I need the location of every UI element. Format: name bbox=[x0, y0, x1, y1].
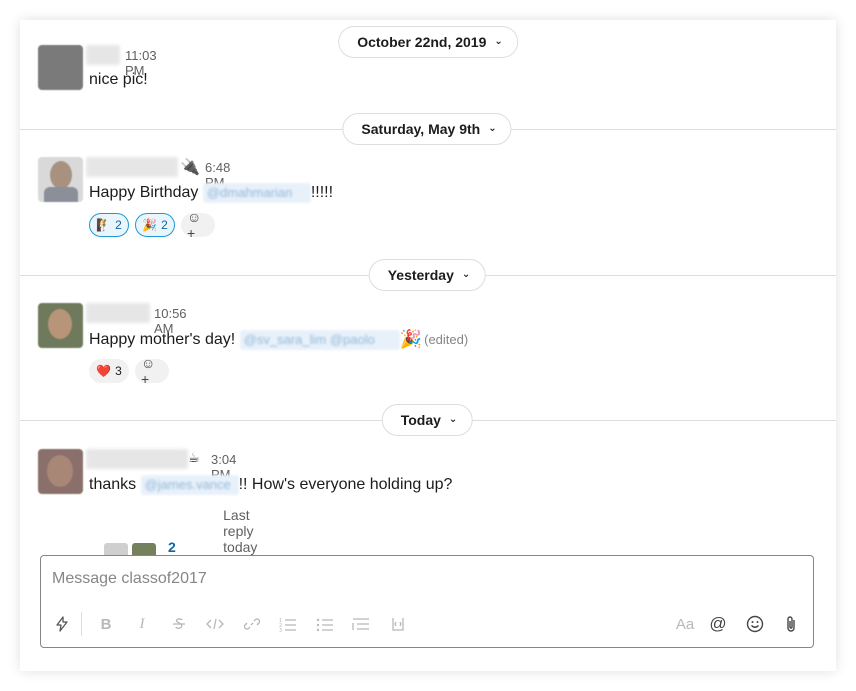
user-mention[interactable]: @sv_sara_lim @paolo bbox=[239, 329, 400, 350]
add-emoji-icon: ☺+ bbox=[187, 209, 202, 241]
reaction-button[interactable]: 🧗 2 bbox=[89, 213, 129, 237]
chevron-down-icon: ⌄ bbox=[488, 123, 497, 134]
formatting-icon[interactable]: Aa bbox=[671, 612, 699, 636]
italic-icon[interactable]: I bbox=[130, 612, 154, 636]
add-reaction-button[interactable]: ☺+ bbox=[135, 355, 169, 387]
blockquote-icon[interactable] bbox=[349, 612, 373, 636]
date-divider-label: Yesterday bbox=[387, 267, 454, 283]
reaction-count: 2 bbox=[161, 218, 168, 232]
message-input[interactable] bbox=[52, 568, 792, 590]
composer-toolbar: B I 123 Aa @ bbox=[41, 612, 813, 640]
sender-name[interactable] bbox=[86, 303, 150, 323]
reaction-button[interactable]: 🎉 2 bbox=[135, 213, 175, 237]
bulleted-list-icon[interactable] bbox=[313, 612, 337, 636]
date-divider-button[interactable]: Today ⌄ bbox=[381, 404, 473, 436]
avatar[interactable] bbox=[38, 45, 83, 90]
reaction-count: 3 bbox=[115, 364, 122, 378]
lightning-icon[interactable] bbox=[50, 612, 74, 636]
code-icon[interactable] bbox=[203, 612, 227, 636]
sender-name[interactable] bbox=[86, 157, 178, 177]
avatar[interactable] bbox=[38, 303, 83, 348]
ordered-list-icon[interactable]: 123 bbox=[276, 612, 300, 636]
reactions-bar: 🧗 2 🎉 2 ☺+ bbox=[89, 209, 215, 241]
status-emoji-icon[interactable]: ☕ bbox=[188, 450, 200, 466]
date-divider-button[interactable]: Saturday, May 9th ⌄ bbox=[342, 113, 512, 145]
add-reaction-button[interactable]: ☺+ bbox=[181, 209, 215, 241]
party-popper-icon: 🎉 bbox=[399, 329, 423, 349]
bold-icon[interactable]: B bbox=[94, 612, 118, 636]
code-block-icon[interactable] bbox=[386, 612, 410, 636]
edited-label: (edited) bbox=[424, 332, 469, 347]
chevron-down-icon: ⌄ bbox=[448, 414, 458, 425]
reactions-bar: ❤️ 3 ☺+ bbox=[89, 355, 169, 387]
message-text: Happy mother's day! @sv_sara_lim @paolo 🎉… bbox=[89, 329, 469, 350]
user-mention[interactable]: @james.vance bbox=[140, 475, 239, 495]
heart-icon: ❤️ bbox=[96, 364, 112, 378]
strikethrough-icon[interactable] bbox=[167, 612, 191, 636]
reaction-button[interactable]: ❤️ 3 bbox=[89, 359, 129, 383]
sender-name[interactable] bbox=[86, 449, 188, 469]
avatar[interactable] bbox=[38, 449, 83, 494]
svg-text:3: 3 bbox=[279, 628, 282, 632]
party-popper-icon: 🎉 bbox=[142, 218, 158, 232]
date-divider-label: October 22nd, 2019 bbox=[357, 34, 487, 50]
chevron-down-icon: ⌄ bbox=[461, 269, 471, 280]
add-emoji-icon: ☺+ bbox=[141, 355, 156, 387]
date-divider-button[interactable]: October 22nd, 2019 ⌄ bbox=[338, 26, 518, 58]
user-mention[interactable]: @dmahmarian bbox=[202, 183, 311, 203]
emoji-icon[interactable] bbox=[743, 612, 767, 636]
date-divider-label: Today bbox=[400, 412, 441, 428]
message-text: thanks @james.vance!! How's everyone hol… bbox=[89, 475, 453, 495]
status-emoji-icon[interactable]: 🔌 bbox=[180, 157, 200, 177]
message-composer: B I 123 Aa @ bbox=[40, 555, 814, 648]
date-divider-button[interactable]: Yesterday ⌄ bbox=[368, 259, 486, 291]
link-icon[interactable] bbox=[240, 612, 264, 636]
avatar[interactable] bbox=[38, 157, 83, 202]
date-divider-label: Saturday, May 9th bbox=[361, 121, 481, 137]
attachment-icon[interactable] bbox=[779, 612, 803, 636]
chevron-down-icon: ⌄ bbox=[494, 36, 503, 47]
mention-icon[interactable]: @ bbox=[706, 612, 730, 636]
sender-name[interactable] bbox=[86, 45, 120, 65]
reaction-count: 2 bbox=[115, 218, 122, 232]
message-text: nice pic! bbox=[89, 71, 148, 88]
climber-emoji-icon: 🧗 bbox=[96, 218, 112, 232]
message-text: Happy Birthday @dmahmarian!!!!! bbox=[89, 183, 334, 203]
channel-view: October 22nd, 2019 ⌄ 11:03 PM nice pic! … bbox=[20, 20, 836, 671]
toolbar-separator bbox=[81, 612, 82, 636]
